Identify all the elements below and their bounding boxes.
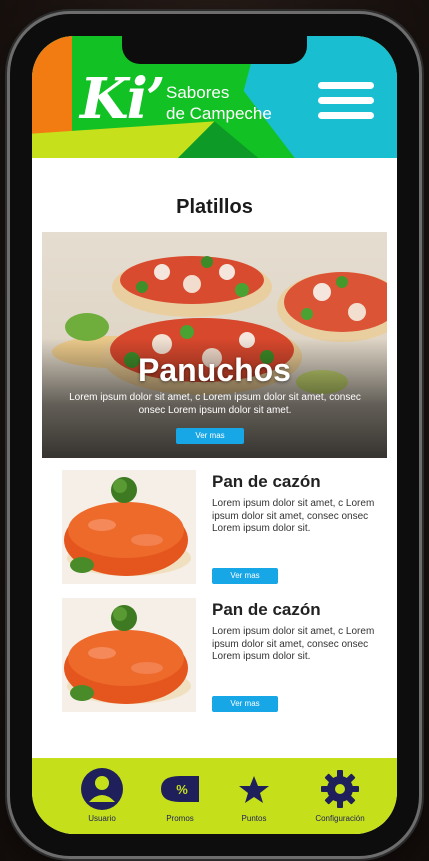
phone-frame: Ki’ Sabores de Campeche Platillos Panuch…: [10, 14, 419, 856]
app-logo: Ki’: [80, 66, 165, 132]
gear-icon: [321, 770, 359, 808]
dish-image: [62, 598, 196, 712]
nav-item-promos[interactable]: % Promos: [140, 766, 220, 832]
featured-see-more-button[interactable]: Ver mas: [176, 428, 244, 444]
nav-label-puntos: Puntos: [241, 814, 267, 823]
nav-item-puntos[interactable]: Puntos: [214, 766, 294, 832]
app-screen: Ki’ Sabores de Campeche Platillos Panuch…: [32, 36, 397, 834]
percent-tag-icon: %: [161, 776, 199, 802]
dish-title: Pan de cazón: [212, 472, 321, 491]
dish-title: Pan de cazón: [212, 600, 321, 619]
nav-item-usuario[interactable]: Usuario: [62, 766, 142, 832]
svg-text:%: %: [176, 782, 188, 797]
star-icon: [239, 776, 269, 803]
featured-dish-description: Lorem ipsum dolor sit amet, c Lorem ipsu…: [69, 392, 361, 416]
dish-see-more-button[interactable]: Ver mas: [212, 696, 278, 712]
section-title: Platillos: [176, 196, 253, 218]
nav-item-configuracion[interactable]: Configuración: [300, 766, 380, 832]
logo-subtitle-line-2: de Campeche: [166, 104, 272, 123]
featured-dish-card[interactable]: Panuchos Lorem ipsum dolor sit amet, c L…: [42, 232, 387, 458]
dish-description: Lorem ipsum dolor sit amet, c Lorem ipsu…: [212, 626, 375, 662]
app-logo-subtitle: Sabores de Campeche: [166, 82, 272, 124]
dish-see-more-button[interactable]: Ver mas: [212, 568, 278, 584]
dish-description: Lorem ipsum dolor sit amet, c Lorem ipsu…: [212, 498, 375, 534]
nav-label-promos: Promos: [166, 814, 194, 823]
logo-subtitle-line-1: Sabores: [166, 83, 230, 102]
dish-list-item[interactable]: Pan de cazón Lorem ipsum dolor sit amet,…: [62, 470, 382, 590]
user-icon: [81, 768, 123, 810]
dish-image: [62, 470, 196, 584]
nav-label-usuario: Usuario: [88, 814, 116, 823]
hamburger-menu-icon[interactable]: [318, 82, 374, 120]
phone-notch: [122, 36, 307, 64]
bottom-navigation: Usuario % Promos Puntos Configuración: [32, 758, 397, 834]
dish-list-item[interactable]: Pan de cazón Lorem ipsum dolor sit amet,…: [62, 598, 382, 718]
nav-label-configuracion: Configuración: [315, 814, 365, 823]
featured-dish-title: Panuchos: [138, 352, 291, 388]
